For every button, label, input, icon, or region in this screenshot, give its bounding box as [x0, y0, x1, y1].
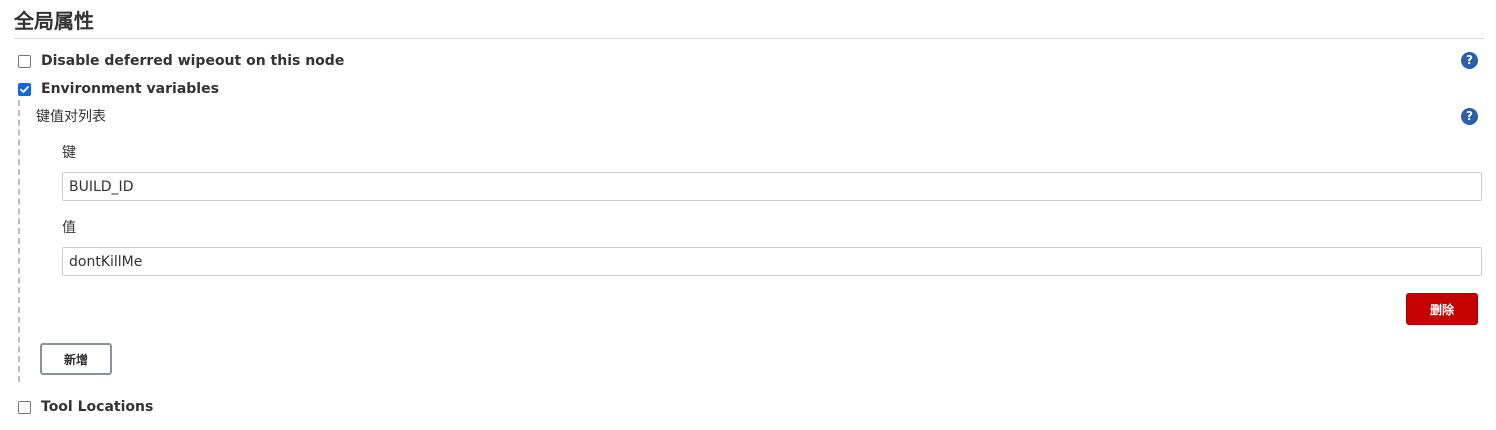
value-label: 值	[62, 220, 76, 236]
add-button[interactable]: 新增	[40, 343, 112, 375]
checkmark-icon	[20, 85, 29, 93]
disable-wipeout-label[interactable]: Disable deferred wipeout on this node	[41, 51, 344, 71]
tool-locations-label[interactable]: Tool Locations	[41, 397, 153, 417]
disable-wipeout-checkbox[interactable]	[18, 54, 31, 68]
key-input[interactable]	[62, 172, 1482, 201]
disable-wipeout-option: Disable deferred wipeout on this node	[18, 51, 344, 71]
tool-locations-checkbox[interactable]	[18, 400, 31, 414]
env-vars-label[interactable]: Environment variables	[41, 79, 219, 99]
delete-button[interactable]: 删除	[1406, 293, 1478, 325]
help-icon[interactable]: ?	[1461, 108, 1478, 125]
tool-locations-option: Tool Locations	[18, 397, 153, 417]
section-divider	[14, 38, 1484, 39]
env-vars-checkbox[interactable]	[18, 82, 31, 96]
nested-section-guide	[18, 100, 20, 382]
value-input[interactable]	[62, 247, 1482, 276]
key-label: 键	[62, 145, 76, 161]
env-vars-option: Environment variables	[18, 79, 219, 99]
key-value-list-label: 键值对列表	[36, 109, 106, 125]
section-title: 全局属性	[14, 9, 94, 33]
help-icon[interactable]: ?	[1461, 52, 1478, 69]
